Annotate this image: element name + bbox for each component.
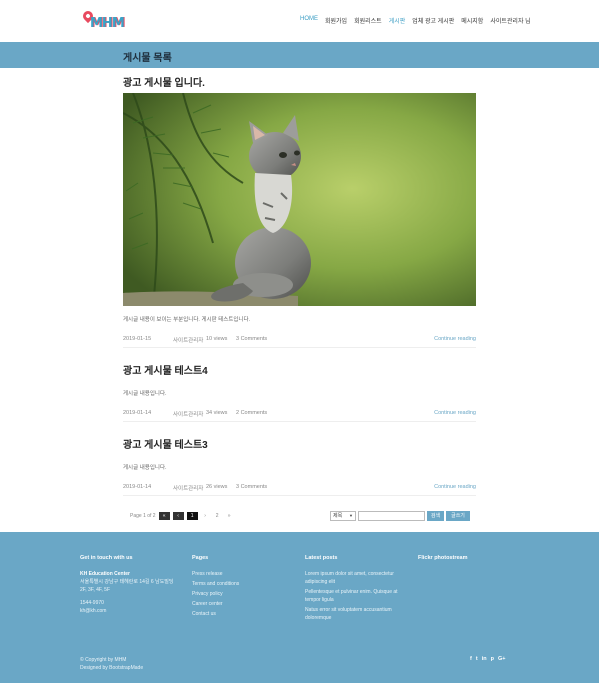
post-excerpt-1: 게시글 내용이 보이는 부분입니다. 게시판 테스트입니다.: [123, 317, 251, 323]
prev-page-button[interactable]: ‹: [172, 512, 184, 520]
footer-flickr: Flickr photostream: [418, 554, 518, 570]
post-author[interactable]: 사이트관리자: [173, 410, 203, 418]
continue-reading-link[interactable]: Continue reading: [434, 336, 476, 342]
footer-contact-title: Get in touch with us: [80, 555, 133, 561]
footer-post-link[interactable]: Natus error sit voluptatem accusantium d…: [305, 606, 405, 622]
nav-user[interactable]: 사이트관리자 님: [490, 16, 530, 25]
post-title-2[interactable]: 광고 게시물 테스트4: [123, 362, 208, 377]
linkedin-icon[interactable]: in: [482, 656, 487, 662]
footer-link[interactable]: Terms and conditions: [192, 580, 292, 588]
google-plus-icon[interactable]: G+: [498, 656, 506, 662]
divider: [123, 421, 476, 422]
footer-address: 서울특별시 강남구 테헤란로 14길 6 남도빌딩 2F, 3F, 4F, 5F: [80, 579, 174, 593]
page-1-button[interactable]: 1: [186, 512, 198, 520]
facebook-icon[interactable]: f: [470, 656, 472, 662]
search-button[interactable]: 검색: [427, 511, 444, 521]
footer-flickr-title: Flickr photostream: [418, 555, 468, 561]
divider: [123, 495, 476, 496]
search-type-select[interactable]: 제목 ▼: [330, 511, 356, 521]
nav-board[interactable]: 게시판: [389, 16, 406, 25]
post-meta-3: 2019-01-14 사이트관리자 26 views 3 Comments Co…: [123, 484, 476, 492]
footer-link[interactable]: Career center: [192, 600, 292, 608]
logo-text: MHM: [90, 16, 125, 31]
pagination-label: Page 1 of 2: [130, 513, 156, 519]
site-header: MHM HOME 회원가입 회원리스트 게시판 업체 광고 게시판 메시지함 사…: [0, 0, 599, 42]
post-comments[interactable]: 2 Comments: [236, 410, 267, 416]
footer-post-link[interactable]: Pellentesque et pulvinar enim. Quisque a…: [305, 588, 405, 604]
nav-signup[interactable]: 회원가입: [325, 16, 347, 25]
nav-home[interactable]: HOME: [300, 16, 318, 25]
continue-reading-link[interactable]: Continue reading: [434, 410, 476, 416]
footer-email[interactable]: kh@kh.com: [80, 607, 180, 615]
designed-by-text[interactable]: Designed by BootstrapMade: [80, 664, 143, 672]
twitter-icon[interactable]: t: [476, 656, 478, 662]
search-input[interactable]: [358, 511, 425, 521]
post-title-1[interactable]: 광고 게시물 입니다.: [123, 74, 205, 89]
footer-latest-title: Latest posts: [305, 555, 338, 561]
footer-link[interactable]: Press release: [192, 570, 292, 578]
social-links: f t in p G+: [470, 656, 505, 662]
post-meta-1: 2019-01-15 사이트관리자 10 views 3 Comments Co…: [123, 336, 476, 344]
footer-link[interactable]: Contact us: [192, 610, 292, 618]
page-title-bar: 게시물 목록: [0, 42, 599, 68]
post-date: 2019-01-15: [123, 336, 152, 342]
copyright-text: © Copyright by MHM: [80, 657, 127, 663]
search-type-value: 제목: [333, 513, 343, 519]
post-title-3[interactable]: 광고 게시물 테스트3: [123, 436, 208, 451]
post-excerpt-2: 게시글 내용입니다.: [123, 391, 167, 397]
post-meta-2: 2019-01-14 사이트관리자 34 views 2 Comments Co…: [123, 410, 476, 418]
post-views: 10 views: [206, 336, 228, 342]
post-date: 2019-01-14: [123, 410, 152, 416]
nav-messages[interactable]: 메시지함: [461, 16, 483, 25]
continue-reading-link[interactable]: Continue reading: [434, 484, 476, 490]
post-date: 2019-01-14: [123, 484, 152, 490]
pagination: Page 1 of 2 « ‹ 1 › 2 »: [130, 511, 234, 521]
nav-member-list[interactable]: 회원리스트: [354, 16, 382, 25]
write-button[interactable]: 글쓰기: [446, 511, 470, 521]
page-title: 게시물 목록: [123, 53, 172, 64]
logo[interactable]: MHM: [80, 8, 127, 33]
chevron-down-icon: ▼: [349, 513, 353, 518]
post-views: 26 views: [206, 484, 228, 490]
main-nav: HOME 회원가입 회원리스트 게시판 업체 광고 게시판 메시지함 사이트관리…: [300, 16, 531, 25]
next-page-button[interactable]: ›: [201, 512, 210, 520]
pinterest-icon[interactable]: p: [491, 656, 494, 662]
divider: [123, 347, 476, 348]
footer-phone: 1544-9970: [80, 600, 104, 606]
post-author[interactable]: 사이트관리자: [173, 484, 203, 492]
post-comments[interactable]: 3 Comments: [236, 336, 267, 342]
footer-pages-title: Pages: [192, 555, 209, 561]
footer-post-link[interactable]: Lorem ipsum dolor sit amet, consectetur …: [305, 570, 405, 586]
post-comments[interactable]: 3 Comments: [236, 484, 267, 490]
page-2-button[interactable]: 2: [213, 512, 222, 520]
post-author[interactable]: 사이트관리자: [173, 336, 203, 344]
nav-ad-board[interactable]: 업체 광고 게시판: [412, 16, 454, 25]
kitten-photo-icon[interactable]: [123, 93, 476, 306]
post-excerpt-3: 게시글 내용입니다.: [123, 465, 167, 471]
footer-org: KH Education Center: [80, 571, 131, 577]
footer-pages: Pages Press release Terms and conditions…: [192, 554, 292, 618]
first-page-button[interactable]: «: [158, 512, 170, 520]
footer-latest: Latest posts Lorem ipsum dolor sit amet,…: [305, 554, 405, 622]
last-page-button[interactable]: »: [225, 512, 234, 520]
post-views: 34 views: [206, 410, 228, 416]
footer-contact: Get in touch with us KH Education Center…: [80, 554, 180, 615]
footer-copyright: © Copyright by MHM Designed by Bootstrap…: [80, 656, 143, 672]
footer-link[interactable]: Privacy policy: [192, 590, 292, 598]
site-footer: Get in touch with us KH Education Center…: [0, 532, 599, 683]
